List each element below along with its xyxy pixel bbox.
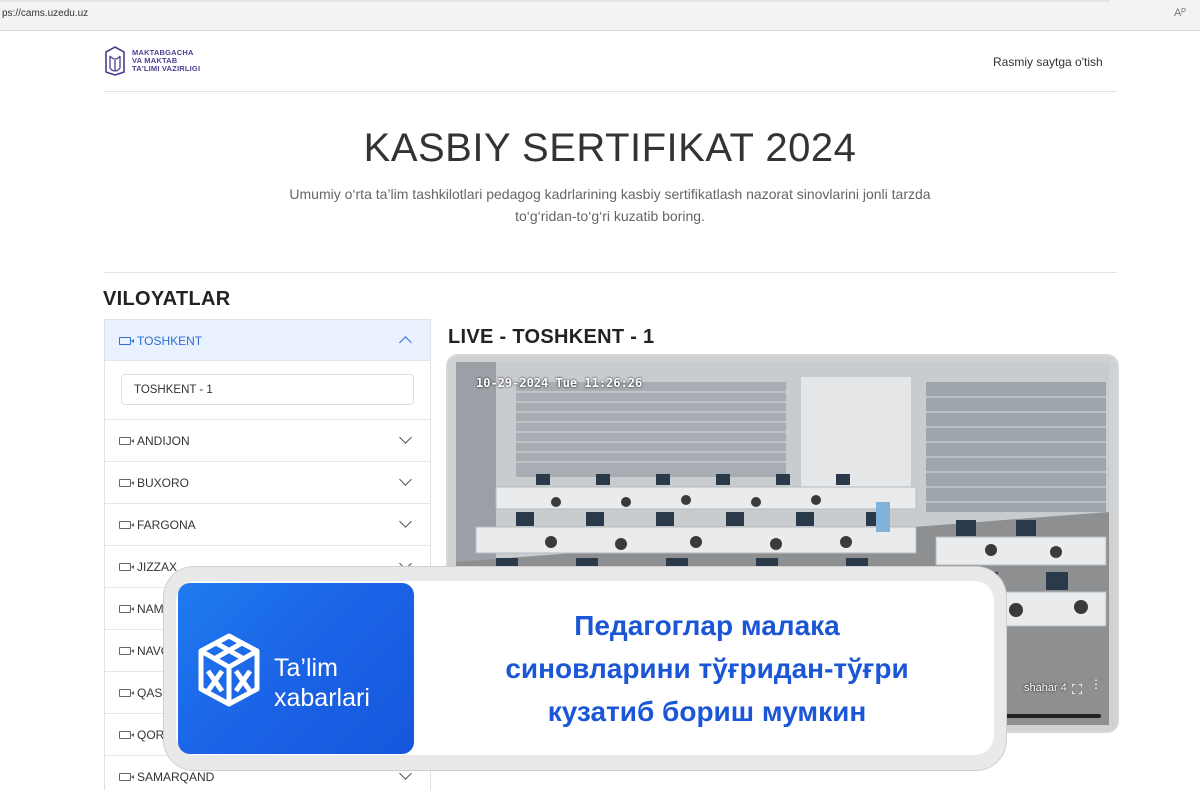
video-camera-icon — [119, 563, 134, 571]
region-fargona[interactable]: FARGONA — [105, 504, 430, 546]
region-buxoro[interactable]: BUXORO — [105, 462, 430, 504]
url-text[interactable]: ps://cams.uzedu.uz — [2, 8, 88, 19]
subtitle-line-2: to‘g‘ridan-to‘g‘ri kuzatib boring. — [515, 208, 705, 224]
header-divider — [104, 91, 1117, 92]
region-toshkent-panel: TOSHKENT - 1 — [105, 361, 430, 420]
brand-name: Ta’lim xabarlari — [274, 653, 370, 713]
camera-overlay-label: shahar 4 — [1024, 682, 1067, 694]
ministry-emblem-icon — [105, 46, 125, 76]
browser-top-divider — [0, 0, 1110, 2]
chevron-down-icon — [399, 515, 412, 528]
region-label: BUXORO — [137, 476, 190, 490]
video-camera-icon — [119, 521, 134, 529]
video-camera-icon — [119, 731, 134, 739]
hero-divider — [104, 272, 1117, 273]
region-label: TOSHKENT — [137, 334, 203, 348]
video-camera-icon — [119, 647, 134, 655]
brand-line-2: xabarlari — [274, 684, 370, 712]
browser-address-bar[interactable]: ps://cams.uzedu.uz Aᴾ — [0, 0, 1200, 31]
headline-line-1: Педагоглар малака — [574, 610, 840, 641]
chevron-down-icon — [399, 431, 412, 444]
talim-xabarlari-brand: Ta’lim xabarlari — [178, 583, 414, 754]
page-title: KASBIY SERTIFIKAT 2024 — [363, 126, 857, 170]
video-timestamp: 10-29-2024 Tue 11:26:26 — [476, 376, 643, 390]
video-camera-icon — [119, 479, 134, 487]
video-camera-icon — [119, 337, 134, 345]
camera-link-toshkent-1[interactable]: TOSHKENT - 1 — [121, 374, 414, 405]
region-andijon[interactable]: ANDIJON — [105, 420, 430, 462]
ministry-name: MAKTABGACHA VA MAKTAB TA'LIMI VAZIRLIGI — [132, 49, 200, 73]
video-camera-icon — [119, 605, 134, 613]
reader-mode-icon[interactable]: Aᴾ — [1174, 7, 1186, 19]
fullscreen-icon[interactable] — [1072, 684, 1082, 694]
region-label: ANDIJON — [137, 434, 190, 448]
news-banner: Ta’lim xabarlari Педагоглар малака синов… — [164, 567, 1006, 770]
region-label: JIZZAX — [137, 560, 178, 574]
video-camera-icon — [119, 437, 134, 445]
region-label: FARGONA — [137, 518, 196, 532]
region-toshkent[interactable]: TOSHKENT — [105, 320, 430, 361]
chevron-up-icon — [399, 336, 412, 349]
region-label: SAMARQAND — [137, 770, 215, 784]
live-stream-title: LIVE - TOSHKENT - 1 — [448, 326, 655, 348]
page-subtitle: Umumiy o‘rta ta’lim tashkilotlari pedago… — [240, 183, 980, 227]
logo-line-3: TA'LIMI VAZIRLIGI — [132, 64, 201, 73]
chevron-down-icon — [399, 473, 412, 486]
video-camera-icon — [119, 773, 134, 781]
news-headline: Педагоглар малака синовларини тўғридан-т… — [424, 583, 990, 754]
more-options-icon[interactable]: ⋮ — [1090, 678, 1102, 690]
cube-logo-icon — [198, 633, 260, 707]
subtitle-line-1: Umumiy o‘rta ta’lim tashkilotlari pedago… — [289, 186, 931, 202]
regions-heading: VILOYATLAR — [103, 288, 231, 310]
brand-line-1: Ta’lim — [274, 654, 338, 682]
headline-line-2: синовларини тўғридан-тўғри — [505, 653, 909, 684]
official-site-link[interactable]: Rasmiy saytga o'tish — [993, 55, 1103, 69]
headline-line-3: кузатиб бориш мумкин — [547, 696, 867, 727]
video-camera-icon — [119, 689, 134, 697]
ministry-logo[interactable]: MAKTABGACHA VA MAKTAB TA'LIMI VAZIRLIGI — [104, 46, 200, 76]
